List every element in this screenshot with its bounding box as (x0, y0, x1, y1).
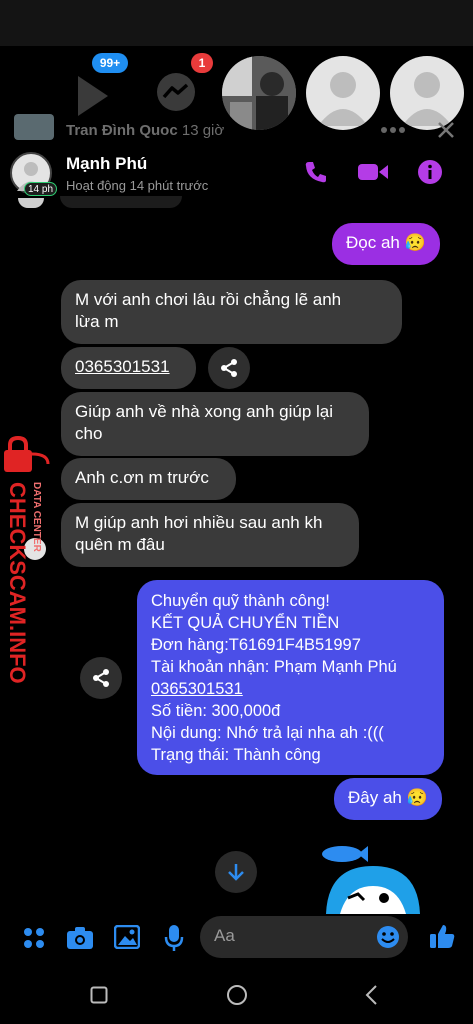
message-text-line: Tài khoản nhận: Phạm Mạnh Phú (151, 658, 397, 676)
back-icon[interactable] (364, 984, 378, 1006)
share-button[interactable] (80, 657, 122, 699)
cat-sticker-icon (322, 846, 420, 914)
messenger-icon (157, 73, 195, 111)
share-icon (93, 669, 109, 687)
unread-badge: 99+ (92, 53, 128, 73)
lock-logo-icon (4, 436, 50, 472)
message-text-line: cho (75, 424, 103, 443)
message-text-line: lừa m (75, 312, 119, 331)
message-text-line: Chuyển quỹ thành công! (151, 592, 330, 610)
share-button[interactable] (208, 347, 250, 389)
message-incoming[interactable]: M với anh chơi lâu rồi chẳng lẽ anh lừa … (61, 280, 402, 344)
message-text-line: Đơn hàng:T61691F4B51997 (151, 636, 361, 654)
more-icon[interactable] (380, 126, 406, 134)
info-icon[interactable] (418, 160, 442, 184)
watermark: CHECKSCAM.INFO DATA CENTER (0, 436, 50, 684)
message-transfer-receipt[interactable]: Chuyển quỹ thành công! KẾT QUẢ CHUYỂN TI… (137, 580, 444, 775)
message-input-placeholder: Aa (214, 926, 235, 945)
contact-name: Mạnh Phú (66, 154, 148, 173)
apps-grid-icon[interactable] (22, 926, 46, 950)
system-navigation-bar (0, 964, 473, 1024)
phone-icon[interactable] (304, 160, 328, 184)
share-icon (221, 359, 237, 377)
previous-chat-name: Tran Đình Quoc 13 giờ (66, 122, 225, 139)
arrow-down-icon (228, 864, 244, 881)
message-incoming[interactable]: M giúp anh hơi nhiều sau anh kh quên m đ… (61, 503, 359, 567)
small-avatar-edge (18, 198, 44, 208)
unread-badge: 1 (191, 53, 213, 73)
previous-message-edge (60, 196, 182, 208)
message-outgoing[interactable]: Đây ah 😥 (334, 778, 442, 820)
status-bar (0, 0, 473, 46)
emoji-icon[interactable] (376, 925, 400, 949)
close-icon[interactable] (436, 120, 456, 140)
image-gallery-icon[interactable] (114, 925, 140, 949)
message-phone-link[interactable]: 0365301531 (151, 678, 430, 700)
message-incoming[interactable]: Giúp anh về nhà xong anh giúp lại cho (61, 392, 369, 456)
play-head[interactable] (70, 74, 114, 118)
message-text-line: Giúp anh về nhà xong anh giúp lại (75, 402, 334, 421)
sticker-cat[interactable] (318, 838, 428, 914)
message-text-line: M với anh chơi lâu rồi chẳng lẽ anh (75, 290, 342, 309)
message-text-line: Trạng thái: Thành công (151, 746, 321, 764)
active-time-badge: 14 ph (24, 182, 58, 196)
messenger-head[interactable] (154, 70, 198, 114)
play-icon (78, 76, 108, 116)
home-icon[interactable] (226, 984, 248, 1006)
recent-apps-icon[interactable] (90, 986, 108, 1004)
microphone-icon[interactable] (164, 924, 184, 952)
message-phone-link[interactable]: 0365301531 (61, 347, 196, 389)
thumbs-up-icon[interactable] (428, 922, 456, 950)
scroll-to-bottom-button[interactable] (215, 851, 257, 893)
message-text-line: KẾT QUẢ CHUYỂN TIỀN (151, 614, 340, 632)
contact-active-status: Hoạt động 14 phút trước (66, 178, 209, 193)
chat-heads-row: 99+ 1 (0, 46, 473, 130)
previous-chat-thumbnail (14, 114, 54, 140)
message-text-line: M giúp anh hơi nhiều sau anh kh (75, 513, 323, 532)
message-text-line: Nội dung: Nhớ trả lại nha ah :((( (151, 724, 384, 742)
message-text-line: Số tiền: 300,000đ (151, 702, 281, 720)
video-call-icon[interactable] (358, 162, 388, 182)
watermark-subtext: DATA CENTER (31, 482, 42, 552)
message-text-line: quên m đâu (75, 535, 165, 554)
message-incoming[interactable]: Anh c.ơn m trước (61, 458, 236, 500)
watermark-text: CHECKSCAM.INFO (5, 482, 30, 684)
message-outgoing[interactable]: Đọc ah 😥 (332, 223, 440, 265)
camera-icon[interactable] (66, 926, 94, 950)
